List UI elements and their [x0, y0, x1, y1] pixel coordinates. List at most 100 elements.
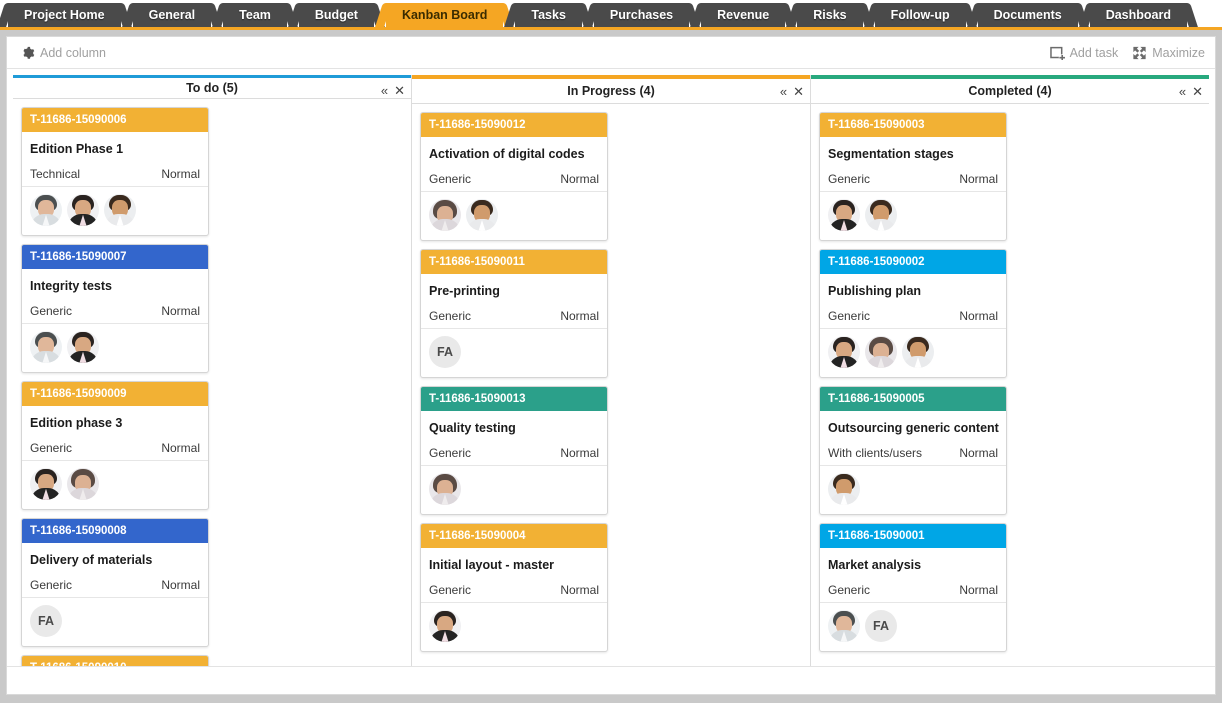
- task-card[interactable]: T-11686-15090008Delivery of materialsGen…: [21, 518, 209, 647]
- tab-follow-up[interactable]: Follow-up: [875, 3, 966, 27]
- add-task-button[interactable]: Add task: [1050, 46, 1119, 60]
- close-column-icon[interactable]: ✕: [1192, 85, 1203, 98]
- avatar[interactable]: [30, 468, 62, 500]
- column-actions: «✕: [1179, 79, 1203, 104]
- tab-documents[interactable]: Documents: [978, 3, 1078, 27]
- toolbar-right-group: Add task Maximize: [1036, 46, 1205, 60]
- avatar[interactable]: [67, 468, 99, 500]
- avatar[interactable]: [30, 331, 62, 363]
- tab-budget[interactable]: Budget: [299, 3, 374, 27]
- task-title: Edition Phase 1: [22, 132, 208, 157]
- task-type: Generic: [828, 172, 870, 186]
- task-meta: GenericNormal: [421, 162, 607, 192]
- tab-general[interactable]: General: [133, 3, 212, 27]
- collapse-column-icon[interactable]: «: [1179, 85, 1186, 98]
- task-card[interactable]: T-11686-15090006Edition Phase 1Technical…: [21, 107, 209, 236]
- kanban-column: Completed (4)«✕T-11686-15090003Segmentat…: [811, 75, 1209, 666]
- task-meta: GenericNormal: [421, 436, 607, 466]
- column-card-list: T-11686-15090003Segmentation stagesGener…: [811, 104, 1209, 666]
- avatar-initials[interactable]: FA: [429, 336, 461, 368]
- avatar[interactable]: [828, 473, 860, 505]
- avatar-initials[interactable]: FA: [30, 605, 62, 637]
- close-column-icon[interactable]: ✕: [793, 85, 804, 98]
- task-code: T-11686-15090003: [820, 113, 1006, 137]
- avatar[interactable]: [67, 331, 99, 363]
- avatar[interactable]: [828, 199, 860, 231]
- close-column-icon[interactable]: ✕: [394, 84, 405, 97]
- tab-team[interactable]: Team: [223, 3, 287, 27]
- maximize-label: Maximize: [1152, 46, 1205, 60]
- task-meta: Generic Normal: [22, 568, 208, 598]
- task-card[interactable]: T-11686-15090012Activation of digital co…: [420, 112, 608, 241]
- task-meta: GenericNormal: [421, 299, 607, 329]
- task-type: Generic: [30, 578, 72, 592]
- task-priority: Normal: [560, 583, 599, 597]
- task-card[interactable]: T-11686-15090005Outsourcing generic cont…: [819, 386, 1007, 515]
- avatar[interactable]: [429, 610, 461, 642]
- task-card[interactable]: T-11686-15090001Market analysisGenericNo…: [819, 523, 1007, 652]
- column-actions: «✕: [381, 78, 405, 103]
- tab-tasks[interactable]: Tasks: [515, 3, 582, 27]
- column-title: To do (5): [186, 81, 238, 95]
- avatar[interactable]: [466, 199, 498, 231]
- task-priority: Normal: [560, 309, 599, 323]
- task-meta: GenericNormal: [22, 294, 208, 324]
- avatar[interactable]: [30, 194, 62, 226]
- column-card-list: T-11686-15090012Activation of digital co…: [412, 104, 810, 666]
- task-card[interactable]: T-11686-15090013Quality testingGenericNo…: [420, 386, 608, 515]
- add-column-button[interactable]: Add column: [21, 46, 106, 60]
- task-priority: Normal: [161, 578, 200, 592]
- task-code: T-11686-15090006: [22, 108, 208, 132]
- task-priority: Normal: [959, 583, 998, 597]
- column-actions: «✕: [780, 79, 804, 104]
- task-card[interactable]: T-11686-15090009Edition phase 3GenericNo…: [21, 381, 209, 510]
- task-code: T-11686-15090002: [820, 250, 1006, 274]
- avatar[interactable]: [828, 610, 860, 642]
- kanban-toolbar: Add column Add task: [7, 37, 1215, 69]
- kanban-column: To do (5)«✕T-11686-15090006Edition Phase…: [13, 75, 412, 666]
- column-header: In Progress (4)«✕: [412, 79, 810, 104]
- add-task-label: Add task: [1070, 46, 1119, 60]
- collapse-column-icon[interactable]: «: [381, 84, 388, 97]
- task-card[interactable]: T-11686-15090010PrintingGenericNormal: [21, 655, 209, 666]
- avatar[interactable]: [828, 336, 860, 368]
- collapse-column-icon[interactable]: «: [780, 85, 787, 98]
- task-card[interactable]: T-11686-15090004Initial layout - masterG…: [420, 523, 608, 652]
- avatar[interactable]: [429, 473, 461, 505]
- task-meta: GenericNormal: [820, 299, 1006, 329]
- task-assignees: [22, 187, 208, 235]
- task-priority: Normal: [161, 441, 200, 455]
- maximize-button[interactable]: Maximize: [1132, 46, 1205, 60]
- task-card[interactable]: T-11686-15090007Integrity testsGenericNo…: [21, 244, 209, 373]
- task-code: T-11686-15090011: [421, 250, 607, 274]
- task-card[interactable]: T-11686-15090011Pre-printingGenericNorma…: [420, 249, 608, 378]
- avatar[interactable]: [902, 336, 934, 368]
- task-card[interactable]: T-11686-15090003Segmentation stagesGener…: [819, 112, 1007, 241]
- task-title: Integrity tests: [22, 269, 208, 294]
- task-type: Generic: [429, 446, 471, 460]
- task-assignees: FA: [820, 603, 1006, 651]
- task-code: T-11686-15090001: [820, 524, 1006, 548]
- task-code: T-11686-15090005: [820, 387, 1006, 411]
- avatar[interactable]: [429, 199, 461, 231]
- task-code: T-11686-15090004: [421, 524, 607, 548]
- tab-purchases[interactable]: Purchases: [594, 3, 689, 27]
- task-priority: Normal: [161, 167, 200, 181]
- avatar[interactable]: [104, 194, 136, 226]
- task-card[interactable]: T-11686-15090002Publishing planGenericNo…: [819, 249, 1007, 378]
- task-type: Generic: [828, 583, 870, 597]
- tab-kanban-board[interactable]: Kanban Board: [386, 3, 503, 27]
- avatar[interactable]: [865, 199, 897, 231]
- tab-project-home[interactable]: Project Home: [8, 3, 121, 27]
- column-header: Completed (4)«✕: [811, 79, 1209, 104]
- task-code: T-11686-15090010: [22, 656, 208, 666]
- tab-dashboard[interactable]: Dashboard: [1090, 3, 1187, 27]
- task-code: T-11686-15090012: [421, 113, 607, 137]
- avatar-initials[interactable]: FA: [865, 610, 897, 642]
- tab-risks[interactable]: Risks: [797, 3, 862, 27]
- kanban-board: To do (5)«✕T-11686-15090006Edition Phase…: [7, 69, 1215, 666]
- task-code: T-11686-15090009: [22, 382, 208, 406]
- tab-revenue[interactable]: Revenue: [701, 3, 785, 27]
- avatar[interactable]: [67, 194, 99, 226]
- avatar[interactable]: [865, 336, 897, 368]
